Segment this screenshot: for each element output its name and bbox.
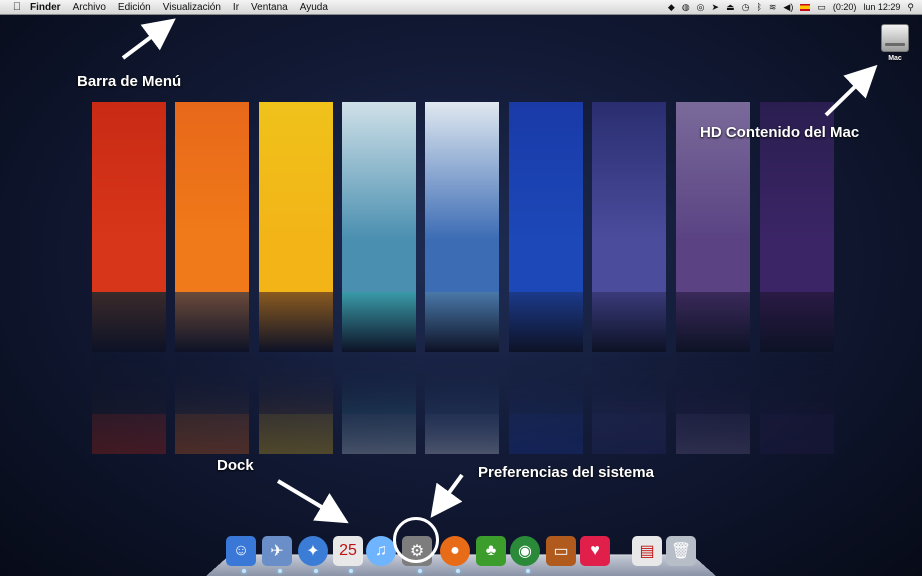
eject-icon[interactable]: ⏏ [726,0,735,14]
running-indicator [456,569,460,573]
menu-ayuda[interactable]: Ayuda [300,2,328,13]
running-indicator [418,569,422,573]
running-indicator [349,569,353,573]
highlight-circle [393,517,439,563]
menu-edicion[interactable]: Edición [118,2,151,13]
dock-ical-icon[interactable]: 25 [333,536,363,566]
menu-archivo[interactable]: Archivo [73,2,106,13]
dock-finder-icon[interactable]: ☺ [226,536,256,566]
apple-menu-icon[interactable]:  [10,1,24,13]
running-indicator [278,569,282,573]
sync-icon[interactable]: ◎ [697,0,705,14]
arrow-prefs [430,473,464,518]
arrow-menu-bar [121,18,176,60]
dock-documents-icon[interactable]: ▤ [632,536,662,566]
dock-adium-icon[interactable]: ♣ [476,536,506,566]
battery-time[interactable]: (0:20) [833,2,857,12]
menu-finder[interactable]: Finder [30,2,61,13]
flag-es-icon[interactable] [800,3,811,11]
dock-safari-icon[interactable]: ✦ [298,536,328,566]
bluetooth-icon[interactable]: ᛒ [756,0,761,14]
dock-trash-icon[interactable]: 🗑 [666,536,696,566]
dock-vuze-icon[interactable]: ◉ [510,536,540,566]
send-icon[interactable]: ➤ [712,0,720,14]
dock-heart-app-icon[interactable]: ♥ [580,536,610,566]
menu-ir[interactable]: Ir [233,2,239,13]
globe-icon[interactable]: ◍ [682,0,690,14]
volume-icon[interactable]: ◀) [783,0,793,14]
dock-keynote-icon[interactable]: ▭ [546,536,576,566]
dock-mail-icon[interactable]: ✈ [262,536,292,566]
time-machine-icon[interactable]: ◷ [742,0,750,14]
running-indicator [526,569,530,573]
dropbox-icon[interactable]: ◆ [668,0,675,14]
running-indicator [242,569,246,573]
dock-firefox-icon[interactable]: ● [440,536,470,566]
menu-visualizacion[interactable]: Visualización [163,2,221,13]
menu-ventana[interactable]: Ventana [251,2,288,13]
annotation-arrows [121,18,878,524]
spotlight-icon[interactable]: ⚲ [907,0,914,14]
running-indicator [314,569,318,573]
arrow-dock [276,479,349,524]
status-menus: ◆ ◍ ◎ ➤ ⏏ ◷ ᛒ ≋ ◀) ▭ (0:20) lun 12:29 ⚲ [668,0,914,14]
clock[interactable]: lun 12:29 [863,2,900,12]
desktop:  Finder Archivo Edición Visualización I… [0,0,922,576]
wifi-icon[interactable]: ≋ [769,0,777,14]
arrow-hd [824,64,878,117]
dock: ☺ ✈ ✦ 25 ♫ ⚙ ● ♣ ◉ ▭ ♥ ▤ 🗑 [206,528,716,576]
dock-itunes-icon[interactable]: ♫ [366,536,396,566]
menu-bar:  Finder Archivo Edición Visualización I… [0,0,922,15]
battery-icon[interactable]: ▭ [817,0,826,14]
